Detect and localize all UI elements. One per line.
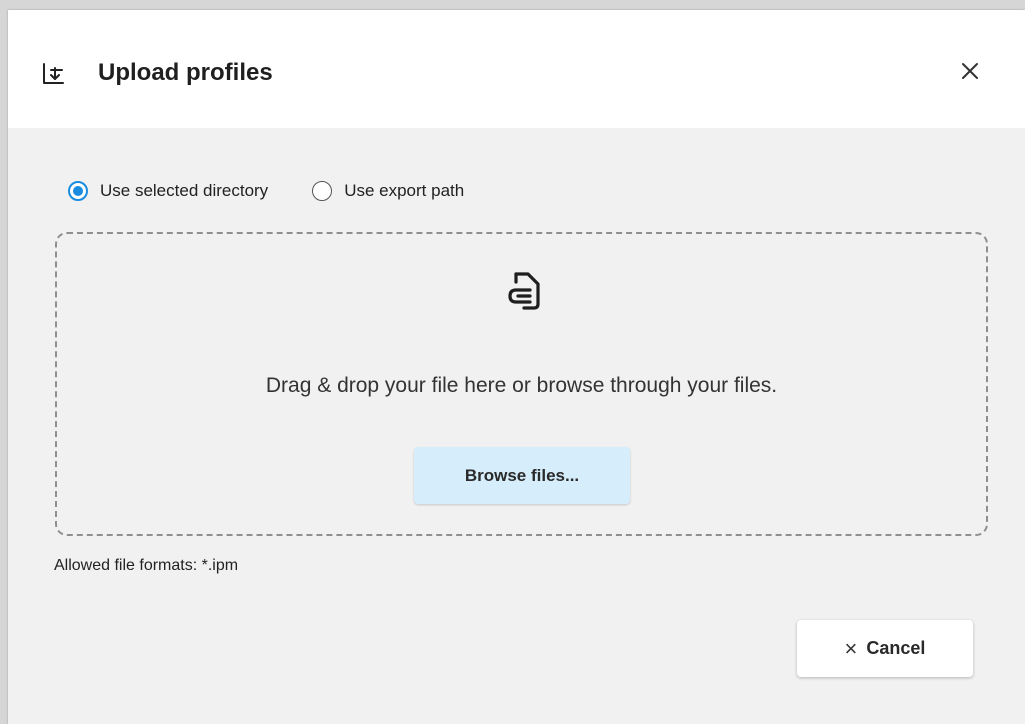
- radio-label-selected-directory: Use selected directory: [100, 181, 269, 200]
- radio-button-checked[interactable]: [68, 181, 88, 201]
- close-icon: [960, 61, 980, 86]
- cancel-label: Cancel: [866, 638, 926, 658]
- drop-instructions: Drag & drop your file here or browse thr…: [265, 374, 778, 397]
- upload-source-radio-group: Use selected directory Use export path: [68, 177, 508, 205]
- file-drop-zone[interactable]: Drag & drop your file here or browse thr…: [55, 232, 988, 536]
- radio-label-export-path: Use export path: [344, 181, 465, 200]
- dialog-title: Upload profiles: [98, 59, 273, 86]
- radio-option-selected-directory[interactable]: Use selected directory: [68, 181, 268, 201]
- upload-profiles-dialog: Upload profiles Use selected directory U…: [8, 10, 1025, 724]
- upload-import-icon: [41, 62, 65, 86]
- attachment-file-icon: [506, 268, 542, 312]
- cancel-button[interactable]: × Cancel: [797, 620, 973, 677]
- allowed-formats-text: Allowed file formats: *.ipm: [54, 557, 239, 574]
- radio-option-export-path[interactable]: Use export path: [312, 181, 464, 201]
- close-button[interactable]: [954, 57, 986, 89]
- dialog-header: Upload profiles: [8, 10, 1025, 128]
- browse-files-button[interactable]: Browse files...: [414, 447, 630, 504]
- radio-button-unchecked[interactable]: [312, 181, 333, 201]
- close-icon: ×: [844, 635, 858, 661]
